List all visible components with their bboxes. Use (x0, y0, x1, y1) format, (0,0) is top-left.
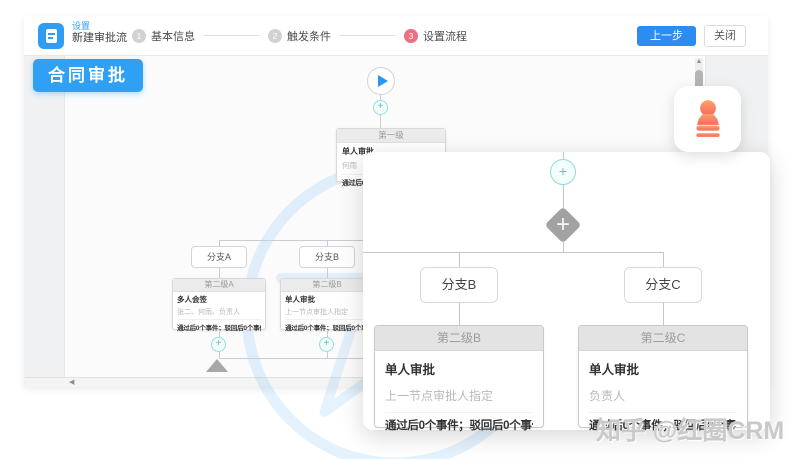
card-header: 第一级 (337, 129, 445, 143)
card-header: 第二级A (173, 279, 265, 292)
add-node-button[interactable]: + (211, 337, 226, 352)
condition-diamond-icon[interactable]: + (545, 207, 582, 244)
branch-button-a[interactable]: 分支A (191, 246, 247, 268)
connector-line (327, 268, 328, 278)
step-label-2: 触发条件 (287, 28, 331, 44)
step-item-set-flow[interactable]: 3 设置流程 (404, 28, 467, 44)
previous-step-button[interactable]: 上一步 (637, 26, 696, 46)
start-node[interactable] (367, 67, 395, 95)
card-assignee: 上一节点审批人指定 (285, 307, 369, 317)
top-bar: 设置 新建审批流 1 基本信息 2 触发条件 3 设置流程 上一步 关闭 (24, 16, 768, 56)
branch-button-c[interactable]: 分支C (624, 267, 702, 303)
close-button[interactable]: 关闭 (704, 25, 746, 47)
approval-card-level2a[interactable]: 第二级A 多人会签 张二、何雨、负责人 通过后0个事件；驳回后0个事件 (172, 278, 266, 330)
connector-line (563, 185, 564, 208)
document-icon (38, 23, 64, 49)
card-type: 单人审批 (285, 294, 369, 305)
zoom-panel: + + 分支B 分支C 第二级B 单人审批 上一节点审批人指定 通过后0个事件；… (363, 152, 770, 430)
card-type: 单人审批 (589, 359, 737, 378)
step-item-basic-info[interactable]: 1 基本信息 (132, 28, 195, 44)
approval-card-level2b[interactable]: 第二级B 单人审批 上一节点审批人指定 通过后0个事件；驳回后0个事件 (280, 278, 374, 330)
connector-line (663, 252, 664, 267)
play-icon (378, 75, 388, 87)
branch-button-b[interactable]: 分支B (420, 267, 498, 303)
app-title: 新建审批流 (72, 32, 127, 46)
add-node-button[interactable]: + (550, 159, 576, 185)
step-label-1: 基本信息 (151, 28, 195, 44)
step-label-3: 设置流程 (423, 28, 467, 44)
card-header: 第二级C (579, 326, 747, 351)
connector-line (380, 115, 381, 128)
card-type: 多人会签 (177, 294, 261, 305)
step-circle-2: 2 (268, 29, 282, 43)
card-header: 第二级B (375, 326, 543, 351)
connector-line (563, 152, 564, 159)
connector-line (459, 428, 460, 430)
step-circle-1: 1 (132, 29, 146, 43)
card-header: 第二级B (281, 279, 373, 292)
connector-line (459, 252, 460, 267)
branch-button-b[interactable]: 分支B (299, 246, 355, 268)
card-assignee: 张二、何雨、负责人 (177, 307, 261, 317)
connector-line (563, 242, 564, 252)
scroll-left-arrow[interactable]: ◀ (69, 378, 74, 387)
connector-line (219, 268, 220, 278)
card-assignee: 负责人 (589, 387, 737, 404)
card-type: 单人审批 (385, 359, 533, 378)
card-assignee: 上一节点审批人指定 (385, 387, 533, 404)
screenshot-stage: 设置 新建审批流 1 基本信息 2 触发条件 3 设置流程 上一步 关闭 合同审… (0, 0, 792, 459)
step-item-trigger-condition[interactable]: 2 触发条件 (268, 28, 331, 44)
stamp-tool[interactable] (674, 86, 741, 152)
step-connector (204, 35, 259, 36)
add-node-button[interactable]: + (319, 337, 334, 352)
app-subtitle: 设置 (72, 21, 127, 32)
connector-line (459, 303, 460, 325)
wizard-steps: 1 基本信息 2 触发条件 3 设置流程 (132, 16, 467, 55)
branch-split-line (363, 252, 663, 253)
merge-triangle-icon (206, 359, 228, 372)
top-bar-actions: 上一步 关闭 (637, 16, 746, 55)
step-circle-3: 3 (404, 29, 418, 43)
app-title-block: 设置 新建审批流 (72, 21, 127, 46)
stamp-icon (688, 96, 728, 142)
connector-line (663, 303, 664, 325)
step-connector (340, 35, 395, 36)
scroll-up-arrow[interactable]: ▲ (694, 58, 704, 65)
add-node-button[interactable]: + (373, 100, 388, 115)
approval-card-level2b-zoom[interactable]: 第二级B 单人审批 上一节点审批人指定 通过后0个事件；驳回后0个事件 (374, 325, 544, 428)
flow-title-badge: 合同审批 (33, 59, 143, 92)
watermark-text: 知乎 @红圈CRM (596, 411, 784, 447)
